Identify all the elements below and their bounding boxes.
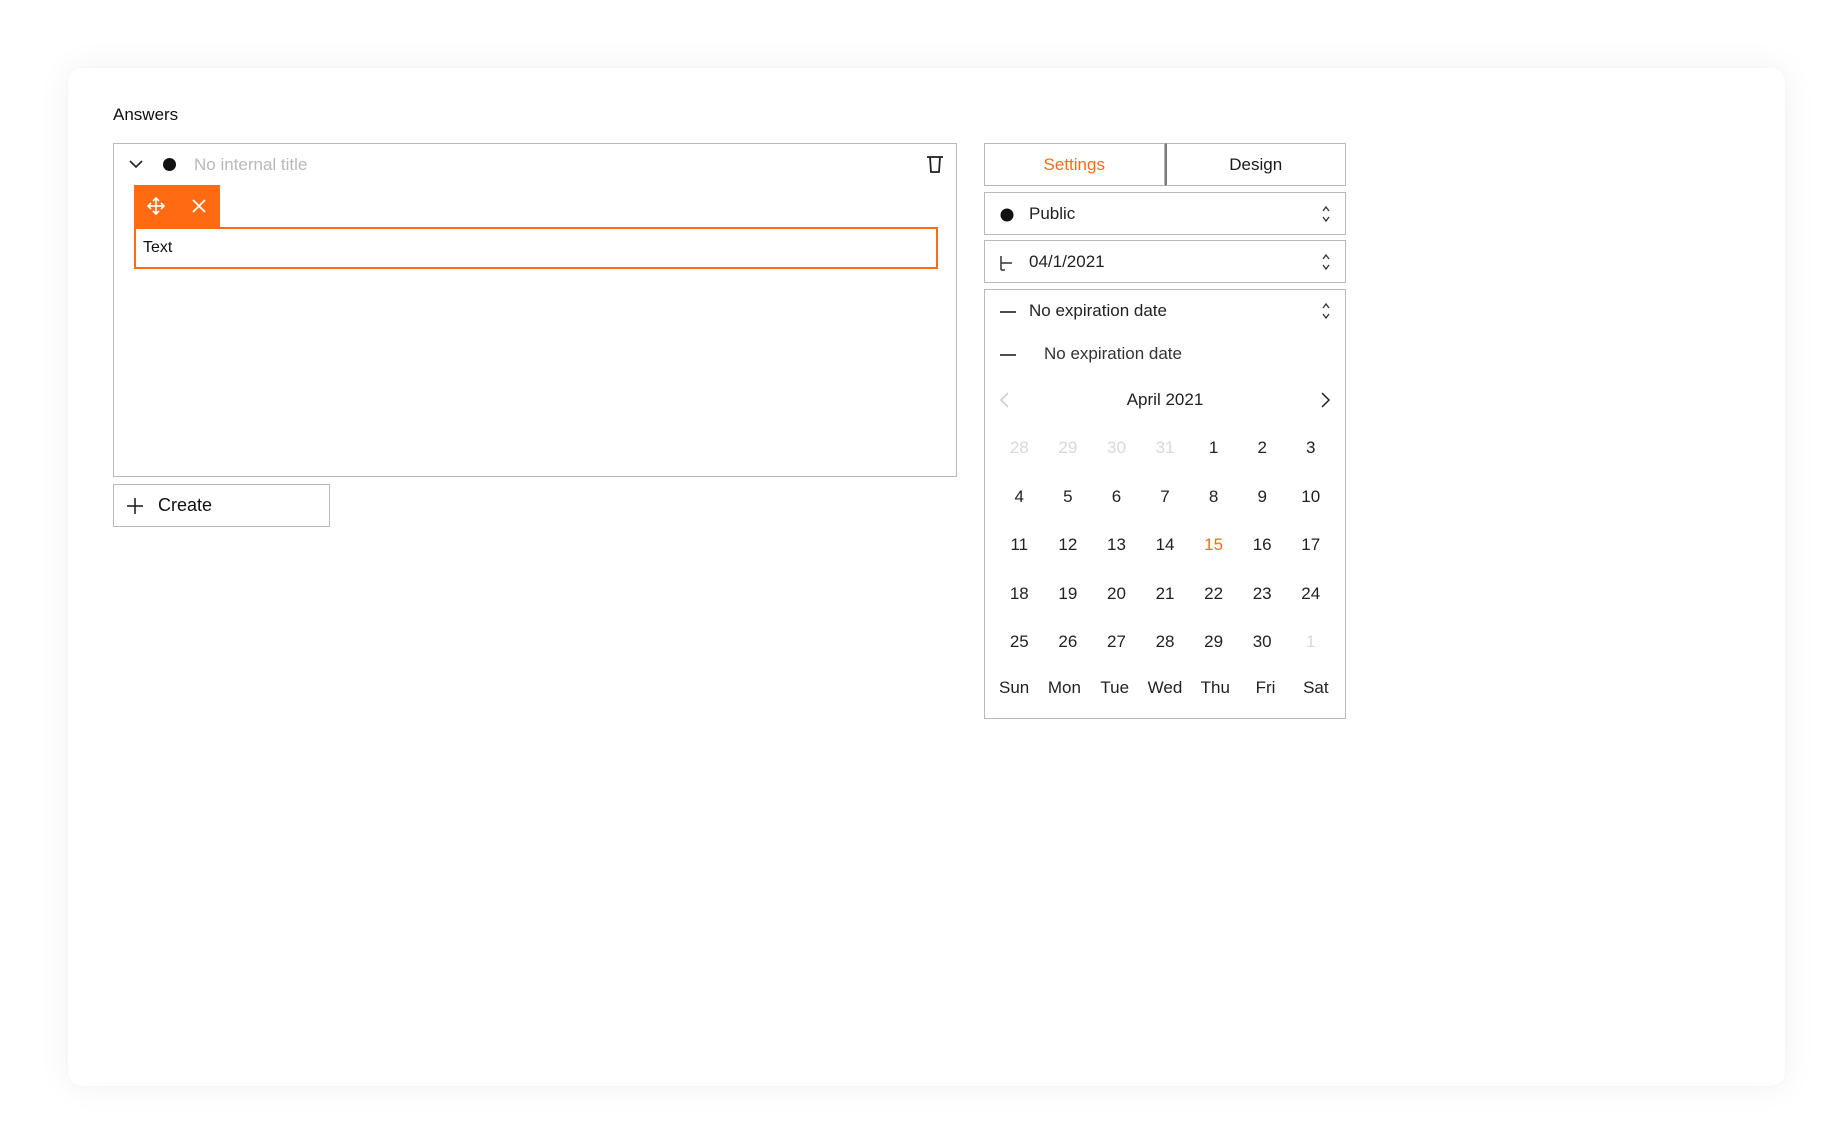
close-icon <box>191 199 206 213</box>
chevron-down-icon[interactable] <box>128 156 144 172</box>
calendar-day[interactable]: 9 <box>1238 473 1287 522</box>
weekday-header: Sun Mon Tue Wed Thu Fri Sat <box>985 678 1345 698</box>
calendar-day[interactable]: 19 <box>1044 570 1093 619</box>
calendar-day[interactable]: 3 <box>1286 424 1335 473</box>
calendar-day[interactable]: 21 <box>1141 570 1190 619</box>
expiration-select[interactable]: No expiration date <box>985 290 1345 332</box>
calendar-day[interactable]: 28 <box>1141 618 1190 667</box>
calendar-day[interactable]: 14 <box>1141 521 1190 570</box>
no-expiration-option[interactable]: No expiration date <box>985 333 1345 375</box>
calendar-day[interactable]: 8 <box>1189 473 1238 522</box>
calendar-day[interactable]: 30 <box>1092 424 1141 473</box>
calendar-day[interactable]: 12 <box>1044 521 1093 570</box>
calendar-day[interactable]: 17 <box>1286 521 1335 570</box>
calendar-day[interactable]: 29 <box>1044 424 1093 473</box>
up-down-icon <box>1322 253 1330 271</box>
dash-icon <box>1000 311 1016 313</box>
calendar-day[interactable]: 6 <box>1092 473 1141 522</box>
start-bracket-icon <box>1000 256 1012 271</box>
remove-button[interactable] <box>177 185 220 227</box>
create-label: Create <box>158 495 213 515</box>
calendar-day[interactable]: 29 <box>1189 618 1238 667</box>
calendar-day[interactable]: 26 <box>1044 618 1093 667</box>
calendar-day[interactable]: 28 <box>995 424 1044 473</box>
create-button[interactable]: Create <box>113 484 330 527</box>
month-label: April 2021 <box>1126 390 1204 409</box>
calendar-day[interactable]: 22 <box>1189 570 1238 619</box>
dash-icon <box>1000 354 1016 356</box>
calendar-day[interactable]: 25 <box>995 618 1044 667</box>
calendar-day[interactable]: 24 <box>1286 570 1335 619</box>
calendar-day[interactable]: 7 <box>1141 473 1190 522</box>
calendar-day[interactable]: 2 <box>1238 424 1287 473</box>
plus-icon <box>127 497 143 514</box>
answer-text-field[interactable]: Text <box>134 227 938 269</box>
calendar-day[interactable]: 23 <box>1238 570 1287 619</box>
answer-header: No internal title <box>114 144 956 184</box>
edit-toolbar <box>134 185 220 227</box>
calendar-day[interactable]: 10 <box>1286 473 1335 522</box>
visibility-select[interactable]: Public <box>984 192 1346 235</box>
calendar-day[interactable]: 5 <box>1044 473 1093 522</box>
calendar-day[interactable]: 1 <box>1286 618 1335 667</box>
calendar-day[interactable]: 30 <box>1238 618 1287 667</box>
expiration-value: No expiration date <box>1029 301 1167 320</box>
calendar-day[interactable]: 27 <box>1092 618 1141 667</box>
calendar-day[interactable]: 16 <box>1238 521 1287 570</box>
weekday-label: Thu <box>1200 678 1230 697</box>
calendar-day-today[interactable]: 15 <box>1189 521 1238 570</box>
calendar-week: 28 29 30 31 1 2 3 <box>985 424 1345 473</box>
calendar-day[interactable]: 4 <box>995 473 1044 522</box>
calendar-day[interactable]: 31 <box>1141 424 1190 473</box>
tab-design[interactable]: Design <box>1164 143 1346 186</box>
weekday-label: Mon <box>1047 678 1081 697</box>
weekday-label: Wed <box>1147 678 1183 697</box>
weekday-label: Sun <box>999 678 1030 697</box>
chevron-right-icon[interactable] <box>1317 390 1333 410</box>
calendar-grid: 28 29 30 31 1 2 3 4 5 6 7 8 9 10 11 12 13 14 15 16 17 18 19 20 2… <box>985 424 1345 667</box>
up-down-icon <box>1322 302 1330 320</box>
move-icon <box>146 196 165 216</box>
calendar-day[interactable]: 18 <box>995 570 1044 619</box>
dot-icon <box>163 158 176 171</box>
up-down-icon <box>1322 205 1330 223</box>
calendar-day[interactable]: 11 <box>995 521 1044 570</box>
settings-tabs: Settings Design <box>984 143 1346 186</box>
section-label: Answers <box>113 105 179 124</box>
visibility-value: Public <box>1029 204 1076 223</box>
answer-panel: No internal title Text <box>113 143 957 477</box>
calendar-week: 11 12 13 14 15 16 17 <box>985 521 1345 570</box>
calendar-day[interactable]: 20 <box>1092 570 1141 619</box>
tab-settings[interactable]: Settings <box>984 143 1165 186</box>
calendar-week: 18 19 20 21 22 23 24 <box>985 570 1345 619</box>
month-navigation: April 2021 <box>985 380 1345 420</box>
weekday-label: Tue <box>1100 678 1130 697</box>
expiration-date-picker: No expiration date No expiration date Ap… <box>984 289 1346 719</box>
start-date-select[interactable]: 04/1/2021 <box>984 240 1346 283</box>
dot-icon <box>1000 208 1014 222</box>
calendar-week: 4 5 6 7 8 9 10 <box>985 473 1345 522</box>
calendar-day[interactable]: 1 <box>1189 424 1238 473</box>
no-expiration-option-label: No expiration date <box>1044 344 1182 363</box>
weekday-label: Fri <box>1255 678 1276 697</box>
start-date-value: 04/1/2021 <box>1029 252 1105 271</box>
move-button[interactable] <box>134 185 177 227</box>
weekday-label: Sat <box>1303 678 1329 697</box>
trash-icon[interactable] <box>926 154 944 174</box>
calendar-day[interactable]: 13 <box>1092 521 1141 570</box>
calendar-week: 25 26 27 28 29 30 1 <box>985 618 1345 667</box>
internal-title-placeholder[interactable]: No internal title <box>194 155 307 175</box>
